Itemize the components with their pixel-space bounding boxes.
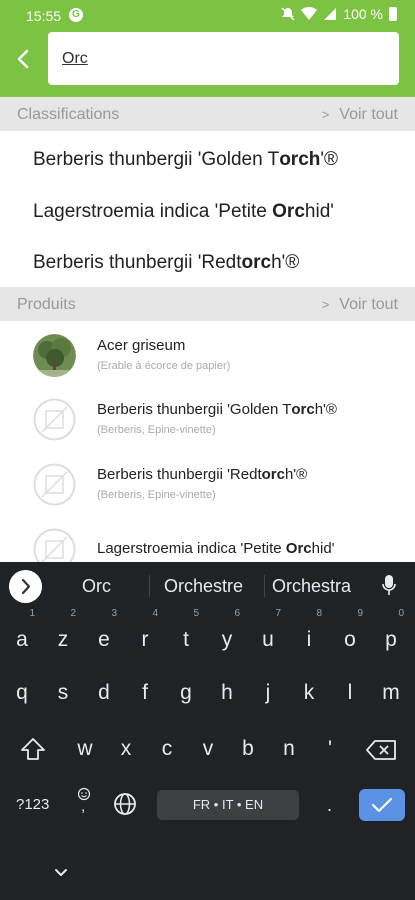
key-p[interactable]: p0 <box>373 609 409 662</box>
classification-item[interactable]: Lagerstroemia indica 'Petite Orchid' <box>33 201 334 223</box>
tree-photo-icon <box>33 334 76 377</box>
product-item[interactable]: Lagerstroemia indica 'Petite Orchid' <box>0 528 415 562</box>
keyboard: Orc Orchestre Orchestra a1 z2 e3 r4 t5 y… <box>0 562 415 900</box>
no-image-icon <box>33 463 76 506</box>
symbols-key[interactable]: ?123 <box>16 796 49 813</box>
signal-icon <box>324 8 337 20</box>
product-item[interactable]: Acer griseum (Erable à écorce de papier) <box>0 334 415 398</box>
suggestion-1[interactable]: Orc <box>82 576 111 597</box>
key-g[interactable]: g <box>168 671 204 715</box>
status-time: 15:55 <box>26 8 62 24</box>
classifications-header: Classifications > Voir tout <box>0 97 415 131</box>
search-box[interactable] <box>48 32 399 85</box>
chevron-right-icon: > <box>321 107 330 122</box>
chevron-right-icon[interactable] <box>9 570 42 603</box>
key-apostrophe[interactable]: ' <box>312 727 348 771</box>
key-z[interactable]: z2 <box>45 609 81 662</box>
app-header: 15:55 G 100 % <box>0 0 415 97</box>
enter-key[interactable] <box>359 789 405 821</box>
key-k[interactable]: k <box>291 671 327 715</box>
period-key[interactable]: . <box>327 795 332 816</box>
key-f[interactable]: f <box>127 671 163 715</box>
products-see-all[interactable]: > Voir tout <box>322 296 398 314</box>
key-h[interactable]: h <box>209 671 245 715</box>
key-m[interactable]: m <box>373 671 409 715</box>
key-e[interactable]: e3 <box>86 609 122 662</box>
product-name: Lagerstroemia indica 'Petite Orchid' <box>97 540 335 557</box>
product-name: Berberis thunbergii 'Redtorch'® <box>97 466 308 483</box>
key-s[interactable]: s <box>45 671 81 715</box>
classifications-see-all[interactable]: > Voir tout <box>322 106 398 124</box>
space-bar[interactable]: FR • IT • EN <box>157 790 299 820</box>
key-n[interactable]: n <box>271 727 307 771</box>
suggestion-strip: Orc Orchestre Orchestra <box>0 562 415 610</box>
product-subtitle: (Erable à écorce de papier) <box>97 360 231 372</box>
chevron-right-icon: > <box>321 297 330 312</box>
classification-item[interactable]: Berberis thunbergii 'Redtorch'® <box>33 252 299 274</box>
google-icon: G <box>69 8 83 22</box>
backspace-icon[interactable] <box>366 739 397 761</box>
product-name: Acer griseum <box>97 337 186 354</box>
key-c[interactable]: c <box>149 727 185 771</box>
key-w[interactable]: w <box>67 727 103 771</box>
wifi-icon <box>301 7 318 20</box>
checkmark-icon <box>371 797 393 813</box>
no-image-icon <box>33 528 76 562</box>
key-x[interactable]: x <box>108 727 144 771</box>
key-v[interactable]: v <box>190 727 226 771</box>
microphone-icon[interactable] <box>382 575 396 597</box>
suggestion-3[interactable]: Orchestra <box>272 576 351 597</box>
search-input[interactable] <box>62 47 382 71</box>
key-o[interactable]: o9 <box>332 609 368 662</box>
battery-icon <box>389 7 397 21</box>
suggestion-2[interactable]: Orchestre <box>164 576 243 597</box>
no-image-icon <box>33 398 76 441</box>
battery-label: 100 % <box>343 6 383 22</box>
status-icons: 100 % <box>281 6 397 22</box>
products-title: Produits <box>17 296 76 313</box>
key-i[interactable]: i8 <box>291 609 327 662</box>
products-header: Produits > Voir tout <box>0 287 415 321</box>
product-name: Berberis thunbergii 'Golden Torch'® <box>97 401 337 418</box>
product-subtitle: (Berberis, Epine-vinette) <box>97 424 216 436</box>
suggestion-divider <box>149 575 150 597</box>
comma-key[interactable]: , <box>81 798 85 815</box>
classifications-title: Classifications <box>17 106 120 123</box>
mute-icon <box>281 7 295 21</box>
key-t[interactable]: t5 <box>168 609 204 662</box>
classification-item[interactable]: Berberis thunbergii 'Golden Torch'® <box>33 149 338 171</box>
key-b[interactable]: b <box>230 727 266 771</box>
chevron-down-icon[interactable] <box>54 868 68 878</box>
suggestion-divider <box>264 575 265 597</box>
key-q[interactable]: q <box>4 671 40 715</box>
product-item[interactable]: Berberis thunbergii 'Redtorch'® (Berberi… <box>0 463 415 527</box>
key-l[interactable]: l <box>332 671 368 715</box>
key-a[interactable]: a1 <box>4 609 40 662</box>
shift-icon[interactable] <box>20 737 46 761</box>
key-y[interactable]: y6 <box>209 609 245 662</box>
globe-icon[interactable] <box>113 792 137 816</box>
back-arrow-icon[interactable] <box>10 45 38 73</box>
key-j[interactable]: j <box>250 671 286 715</box>
key-d[interactable]: d <box>86 671 122 715</box>
key-u[interactable]: u7 <box>250 609 286 662</box>
key-r[interactable]: r4 <box>127 609 163 662</box>
status-bar: 15:55 G 100 % <box>0 0 415 32</box>
product-item[interactable]: Berberis thunbergii 'Golden Torch'® (Ber… <box>0 398 415 462</box>
product-subtitle: (Berberis, Epine-vinette) <box>97 489 216 501</box>
